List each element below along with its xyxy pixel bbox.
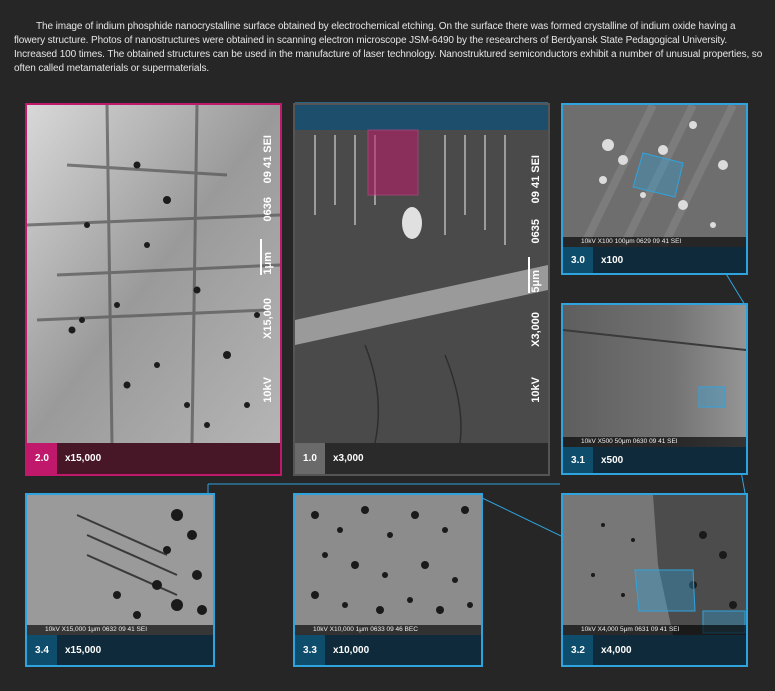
magnification-label: X3,000 (530, 312, 542, 347)
panel-1-0[interactable]: 10kV X3,000 5μm 0635 09 41 SEI 1.0 x3,00… (293, 103, 550, 476)
panel-2-0[interactable]: 10kV X15,000 1μm 0636 09 41 SEI 2.0 x15,… (25, 103, 282, 476)
micrograph-3-3 (295, 495, 481, 635)
micrograph-2-0 (27, 105, 280, 443)
panel-3-4[interactable]: 10kV X15,000 1μm 0632 09 41 SEI 3.4 x15,… (25, 493, 215, 667)
sem-databar: 10kV X500 50μm 0630 09 41 SEI (563, 437, 746, 447)
panel-number: 3.0 (563, 247, 593, 273)
sem-image-3-2: 10kV X4,000 5μm 0631 09 41 SEI (563, 495, 746, 635)
panel-3-0[interactable]: 10kV X100 100μm 0629 09 41 SEI 3.0 x100 (561, 103, 748, 275)
panel-number: 1.0 (295, 443, 325, 474)
panel-magnification: x500 (601, 454, 624, 466)
panel-caption: 3.1 x500 (563, 447, 746, 473)
magnification-label: X15,000 (262, 298, 274, 339)
panel-magnification: x15,000 (65, 453, 102, 464)
panel-caption: 3.4 x15,000 (27, 635, 213, 665)
micrograph-3-4 (27, 495, 213, 635)
panel-caption: 3.2 x4,000 (563, 635, 746, 665)
image-id-label: 0636 (262, 196, 274, 221)
panel-3-1[interactable]: 10kV X500 50μm 0630 09 41 SEI 3.1 x500 (561, 303, 748, 475)
panel-magnification: x10,000 (333, 644, 370, 656)
sem-databar: 10kV X10,000 1μm 0633 09 46 BEC (295, 625, 481, 635)
panel-magnification: x100 (601, 254, 624, 266)
panel-caption: 3.3 x10,000 (295, 635, 481, 665)
scale-label: 1μm (262, 252, 274, 275)
panel-caption: 2.0 x15,000 (27, 443, 280, 474)
sem-databar: 10kV X4,000 5μm 0631 09 41 SEI (563, 625, 746, 635)
kv-label: 10kV (530, 377, 542, 403)
image-id-label: 0635 (530, 218, 542, 243)
panel-number: 3.1 (563, 447, 593, 473)
scale-bar (260, 239, 262, 275)
sem-image-3-0: 10kV X100 100μm 0629 09 41 SEI (563, 105, 746, 247)
panel-caption: 1.0 x3,000 (295, 443, 548, 474)
sem-image-3-4: 10kV X15,000 1μm 0632 09 41 SEI (27, 495, 213, 635)
sem-databar: 10kV X15,000 1μm 0632 09 41 SEI (27, 625, 213, 635)
panel-number: 3.2 (563, 635, 593, 665)
kv-label: 10kV (262, 377, 274, 403)
sem-image-3-1: 10kV X500 50μm 0630 09 41 SEI (563, 305, 746, 447)
panel-caption: 3.0 x100 (563, 247, 746, 273)
panel-3-2[interactable]: 10kV X4,000 5μm 0631 09 41 SEI 3.2 x4,00… (561, 493, 748, 667)
time-label: 09 41 SEI (262, 134, 274, 183)
sem-image-3-3: 10kV X10,000 1μm 0633 09 46 BEC (295, 495, 481, 635)
scale-bar (528, 257, 530, 293)
micrograph-3-2 (563, 495, 746, 635)
panel-number: 3.3 (295, 635, 325, 665)
panel-magnification: x4,000 (601, 644, 632, 656)
time-label: 09 41 SEI (530, 154, 542, 203)
panel-magnification: x15,000 (65, 644, 102, 656)
micrograph-1-0 (295, 105, 548, 443)
panel-number: 2.0 (27, 443, 57, 474)
panel-3-3[interactable]: 10kV X10,000 1μm 0633 09 46 BEC 3.3 x10,… (293, 493, 483, 667)
micrograph-3-1 (563, 305, 746, 447)
panel-magnification: x3,000 (333, 453, 364, 464)
sem-image-1-0: 10kV X3,000 5μm 0635 09 41 SEI (295, 105, 548, 443)
scale-label: 5μm (530, 270, 542, 293)
panel-number: 3.4 (27, 635, 57, 665)
micrograph-3-0 (563, 105, 746, 247)
sem-image-2-0: 10kV X15,000 1μm 0636 09 41 SEI (27, 105, 280, 443)
sem-databar: 10kV X100 100μm 0629 09 41 SEI (563, 237, 746, 247)
